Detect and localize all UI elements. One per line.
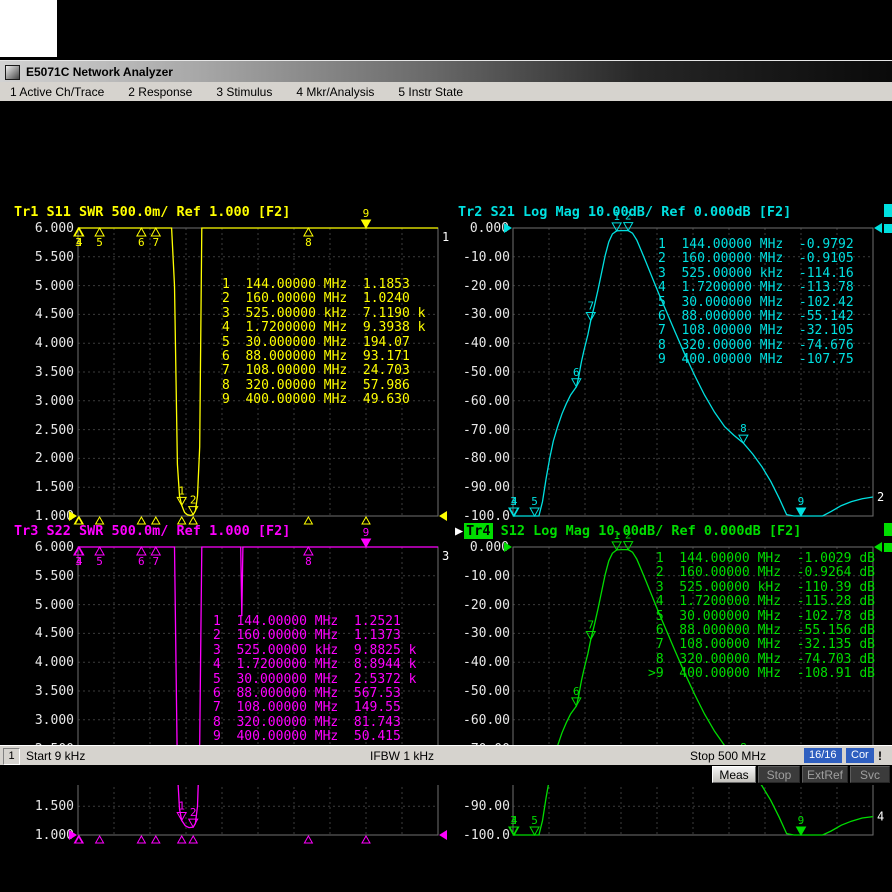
indicator-extref: ExtRef [802, 766, 848, 783]
svg-text:6: 6 [138, 236, 145, 249]
svg-text:4: 4 [76, 236, 83, 249]
averaging-counter: 16/16 [804, 748, 842, 763]
window-titlebar[interactable]: E5071C Network Analyzer [0, 60, 892, 83]
menu-item-stimulus[interactable]: 3 Stimulus [206, 85, 286, 99]
svg-text:2: 2 [877, 490, 884, 504]
desktop-corner [0, 0, 57, 57]
marker-table-tr2: 1 144.00000 MHz -0.9792 2 160.00000 MHz … [658, 238, 854, 368]
svg-text:9: 9 [798, 814, 805, 827]
svg-text:1: 1 [613, 529, 620, 542]
svg-text:9: 9 [363, 526, 370, 539]
svg-text:2: 2 [190, 806, 197, 819]
svg-text:2: 2 [190, 494, 197, 507]
softkey-meas[interactable]: Meas [712, 766, 756, 783]
svg-text:6: 6 [573, 366, 580, 379]
svg-text:4: 4 [76, 555, 83, 568]
window-title: E5071C Network Analyzer [26, 65, 173, 79]
channel-indicator: 1 [3, 748, 20, 765]
marker-table-tr4: 1 144.00000 MHz -1.0029 dB 2 160.00000 M… [648, 552, 875, 682]
svg-text:2: 2 [625, 210, 632, 223]
svg-text:1: 1 [442, 230, 449, 244]
svg-text:5: 5 [531, 814, 538, 827]
indicator-stop: Stop [758, 766, 800, 783]
menu-item-response[interactable]: 2 Response [118, 85, 206, 99]
ifbw-label: IFBW 1 kHz [370, 749, 434, 763]
svg-text:4: 4 [877, 810, 884, 824]
svg-text:7: 7 [152, 555, 159, 568]
svg-text:9: 9 [798, 495, 805, 508]
active-trace-chip: Tr4 [464, 523, 492, 539]
active-trace-arrow: ▶ [455, 523, 463, 539]
indicator-svc: Svc [850, 766, 890, 783]
svg-text:6: 6 [573, 685, 580, 698]
svg-text:8: 8 [740, 422, 747, 435]
marker-table-tr1: 1 144.00000 MHz 1.1853 2 160.00000 MHz 1… [222, 278, 426, 408]
status-bar: 1 Start 9 kHz IFBW 1 kHz Stop 500 MHz 16… [0, 745, 892, 766]
svg-text:3: 3 [442, 549, 449, 563]
svg-text:8: 8 [305, 555, 312, 568]
edge-indicator [884, 523, 892, 536]
softkey-bar: Meas Stop ExtRef Svc [0, 765, 892, 785]
main-display: Tr1 S11 SWR 500.0m/ Ref 1.000 [F2]6.0005… [0, 101, 892, 745]
svg-text:4: 4 [511, 495, 518, 508]
svg-text:5: 5 [96, 236, 103, 249]
edge-indicator [884, 224, 892, 233]
svg-text:1: 1 [178, 799, 185, 812]
svg-text:5: 5 [96, 555, 103, 568]
correction-indicator: Cor [846, 748, 874, 763]
svg-text:1: 1 [613, 210, 620, 223]
marker-table-tr3: 1 144.00000 MHz 1.2521 2 160.00000 MHz 1… [213, 615, 417, 745]
edge-indicator [884, 204, 892, 217]
menu-item-instr-state[interactable]: 5 Instr State [388, 85, 477, 99]
svg-text:7: 7 [587, 619, 594, 632]
menu-item-mkr-analysis[interactable]: 4 Mkr/Analysis [286, 85, 388, 99]
svg-text:4: 4 [511, 814, 518, 827]
edge-indicator [884, 543, 892, 552]
svg-text:2: 2 [625, 529, 632, 542]
sweep-start-label: Start 9 kHz [26, 749, 85, 763]
warning-indicator: ! [878, 749, 882, 763]
sweep-stop-label: Stop 500 MHz [690, 749, 766, 763]
app-icon [5, 65, 20, 80]
svg-text:5: 5 [531, 495, 538, 508]
svg-text:1: 1 [178, 484, 185, 497]
svg-text:8: 8 [305, 236, 312, 249]
svg-text:6: 6 [138, 555, 145, 568]
menu-bar: 1 Active Ch/Trace 2 Response 3 Stimulus … [0, 82, 892, 102]
svg-text:9: 9 [363, 207, 370, 220]
menu-item-active-ch-trace[interactable]: 1 Active Ch/Trace [0, 85, 118, 99]
svg-text:7: 7 [587, 299, 594, 312]
svg-text:7: 7 [152, 236, 159, 249]
